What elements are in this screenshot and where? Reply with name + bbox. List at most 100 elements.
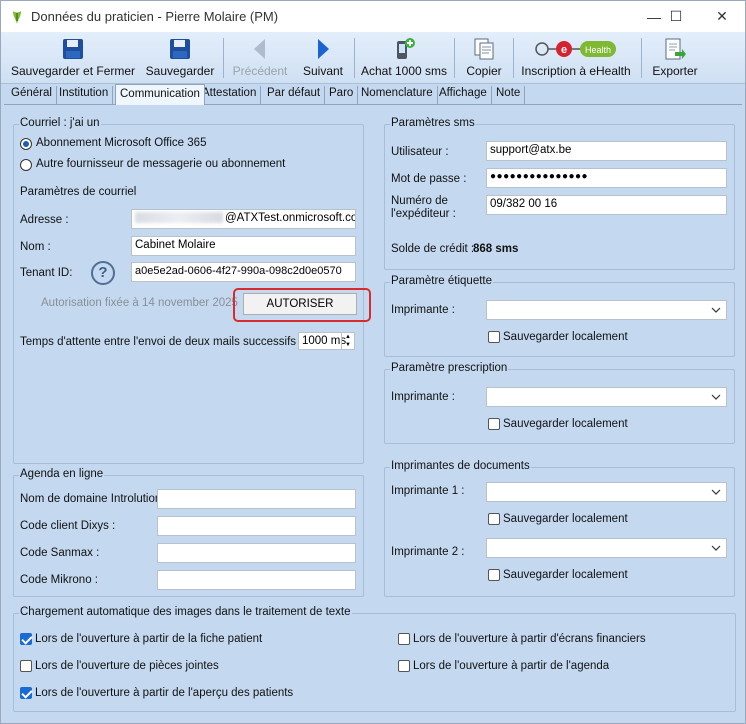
toolbar-separator	[641, 38, 642, 78]
sms-sender-label-1: Numéro de	[391, 195, 448, 207]
chevron-down-icon	[711, 489, 721, 495]
arrow-right-icon	[318, 39, 329, 59]
help-icon[interactable]: ?	[91, 261, 115, 285]
mail-group: Courriel : j'ai un Abonnement Microsoft …	[13, 117, 371, 464]
sms-credit-label: Solde de crédit :	[391, 243, 475, 255]
sms-user-input[interactable]: support@atx.be	[486, 141, 727, 161]
name-label: Nom :	[20, 241, 51, 253]
prescription-save-local-label: Sauvegarder localement	[503, 418, 628, 430]
window-title: Données du praticien - Pierre Molaire (P…	[31, 9, 279, 24]
save-close-button[interactable]: Sauvegarder et Fermer	[9, 32, 137, 84]
agenda-group-title: Agenda en ligne	[19, 468, 105, 480]
tab-attestation[interactable]: Attestation	[198, 86, 262, 104]
previous-button[interactable]: Précédent	[229, 32, 291, 84]
autoload-images-group: Chargement automatique des images dans l…	[13, 606, 736, 712]
agenda-group: Agenda en ligne Nom de domaine Introluti…	[13, 468, 364, 597]
autoload-patient-preview-checkbox[interactable]	[20, 687, 32, 699]
address-input[interactable]: @ATXTest.onmicrosoft.com	[131, 209, 356, 229]
sanmax-input[interactable]	[157, 543, 356, 563]
prescription-printer-group: Paramètre prescription Imprimante : Sauv…	[384, 362, 735, 444]
other-provider-label: Autre fournisseur de messagerie ou abonn…	[36, 158, 286, 170]
mikrono-label: Code Mikrono :	[20, 574, 98, 586]
maximize-icon[interactable]: ☐	[653, 1, 699, 32]
prescription-save-local-checkbox[interactable]	[488, 418, 500, 430]
export-button[interactable]: Exporter	[646, 32, 704, 84]
ehealth-logo-icon: e Health	[535, 41, 616, 57]
ehealth-register-button[interactable]: e Health Inscription à eHealth	[517, 32, 635, 84]
tab-communication[interactable]: Communication	[115, 84, 205, 105]
tenant-label: Tenant ID:	[20, 267, 73, 279]
autoload-attachments-label: Lors de l'ouverture de pièces jointes	[35, 660, 219, 672]
buy-sms-button[interactable]: Achat 1000 sms	[359, 32, 449, 84]
tab-institution[interactable]: Institution	[55, 86, 114, 104]
autoload-financial-checkbox[interactable]	[398, 633, 410, 645]
chevron-down-icon	[711, 394, 721, 400]
close-icon[interactable]: ✕	[699, 1, 745, 32]
sms-user-label: Utilisateur :	[391, 146, 449, 158]
sms-password-label: Mot de passe :	[391, 173, 467, 185]
printer2-save-local-label: Sauvegarder localement	[503, 569, 628, 581]
floppy-disk-icon	[170, 39, 190, 59]
wait-time-value: 1000 ms	[302, 335, 347, 347]
autoload-images-title: Chargement automatique des images dans l…	[19, 606, 352, 618]
sms-credit-value: 868 sms	[473, 243, 519, 255]
sms-group: Paramètres sms Utilisateur : support@atx…	[384, 117, 735, 270]
toolbar: Sauvegarder et Fermer Sauvegarder Précéd…	[1, 32, 745, 84]
mikrono-input[interactable]	[157, 570, 356, 590]
autoload-attachments-checkbox[interactable]	[20, 660, 32, 672]
sms-sender-label-2: l'expéditeur :	[391, 208, 456, 220]
printer1-save-local-checkbox[interactable]	[488, 513, 500, 525]
autoload-patient-preview-label: Lors de l'ouverture à partir de l'aperçu…	[35, 687, 294, 699]
introlution-input[interactable]	[157, 489, 356, 509]
other-provider-radio[interactable]	[20, 159, 32, 171]
title-bar: Données du praticien - Pierre Molaire (P…	[1, 1, 745, 32]
copy-button[interactable]: Copier	[459, 32, 509, 84]
tenant-input[interactable]: a0e5e2ad-0606-4f27-990a-098c2d0e0570	[131, 262, 356, 282]
autoload-patient-file-checkbox[interactable]	[20, 633, 32, 645]
office365-radio[interactable]	[20, 138, 32, 150]
label-printer-select[interactable]	[486, 300, 727, 320]
wait-time-spinner[interactable]: 1000 ms ▲ ▼	[298, 332, 355, 350]
next-button[interactable]: Suivant	[297, 32, 349, 84]
spin-up-icon[interactable]: ▲	[341, 333, 354, 341]
tab-paro[interactable]: Paro	[325, 86, 359, 104]
sms-group-title: Paramètres sms	[390, 117, 476, 129]
sms-password-input[interactable]: ●●●●●●●●●●●●●●●	[486, 168, 727, 188]
document-printers-title: Imprimantes de documents	[390, 460, 531, 472]
document-printers-group: Imprimantes de documents Imprimante 1 : …	[384, 460, 735, 597]
tab-default[interactable]: Par défaut	[263, 86, 326, 104]
label-printer-label: Imprimante :	[391, 304, 455, 316]
tab-note[interactable]: Note	[492, 86, 526, 104]
address-label: Adresse :	[20, 214, 69, 226]
save-button[interactable]: Sauvegarder	[144, 32, 216, 84]
sms-sender-input[interactable]: 09/382 00 16	[486, 195, 727, 215]
authorize-button[interactable]: AUTORISER	[243, 293, 357, 315]
mail-group-title: Courriel : j'ai un	[19, 117, 101, 129]
autoload-patient-file-label: Lors de l'ouverture à partir de la fiche…	[35, 633, 263, 645]
auth-status: Autorisation fixée à 14 november 2025	[41, 297, 238, 309]
copy-icon	[474, 38, 494, 60]
tab-general[interactable]: Général	[7, 86, 57, 104]
label-save-local-checkbox[interactable]	[488, 331, 500, 343]
introlution-label: Nom de domaine Introlution	[20, 493, 162, 505]
label-printer-group: Paramètre étiquette Imprimante : Sauvega…	[384, 275, 735, 357]
toolbar-separator	[454, 38, 455, 78]
toolbar-separator	[513, 38, 514, 78]
tab-display[interactable]: Affichage	[435, 86, 492, 104]
floppy-disk-icon	[63, 39, 83, 59]
printer1-select[interactable]	[486, 482, 727, 502]
prescription-printer-label: Imprimante :	[391, 391, 455, 403]
toolbar-separator	[223, 38, 224, 78]
prescription-printer-select[interactable]	[486, 387, 727, 407]
phone-add-icon	[397, 38, 415, 59]
dixys-input[interactable]	[157, 516, 356, 536]
printer2-select[interactable]	[486, 538, 727, 558]
spin-down-icon[interactable]: ▼	[341, 341, 354, 349]
tab-nomenclature[interactable]: Nomenclature	[357, 86, 438, 104]
svg-text:e: e	[561, 44, 567, 56]
autoload-financial-label: Lors de l'ouverture à partir d'écrans fi…	[413, 633, 646, 645]
app-logo-icon	[13, 11, 21, 24]
printer2-save-local-checkbox[interactable]	[488, 569, 500, 581]
name-input[interactable]: Cabinet Molaire	[131, 236, 356, 256]
autoload-agenda-checkbox[interactable]	[398, 660, 410, 672]
